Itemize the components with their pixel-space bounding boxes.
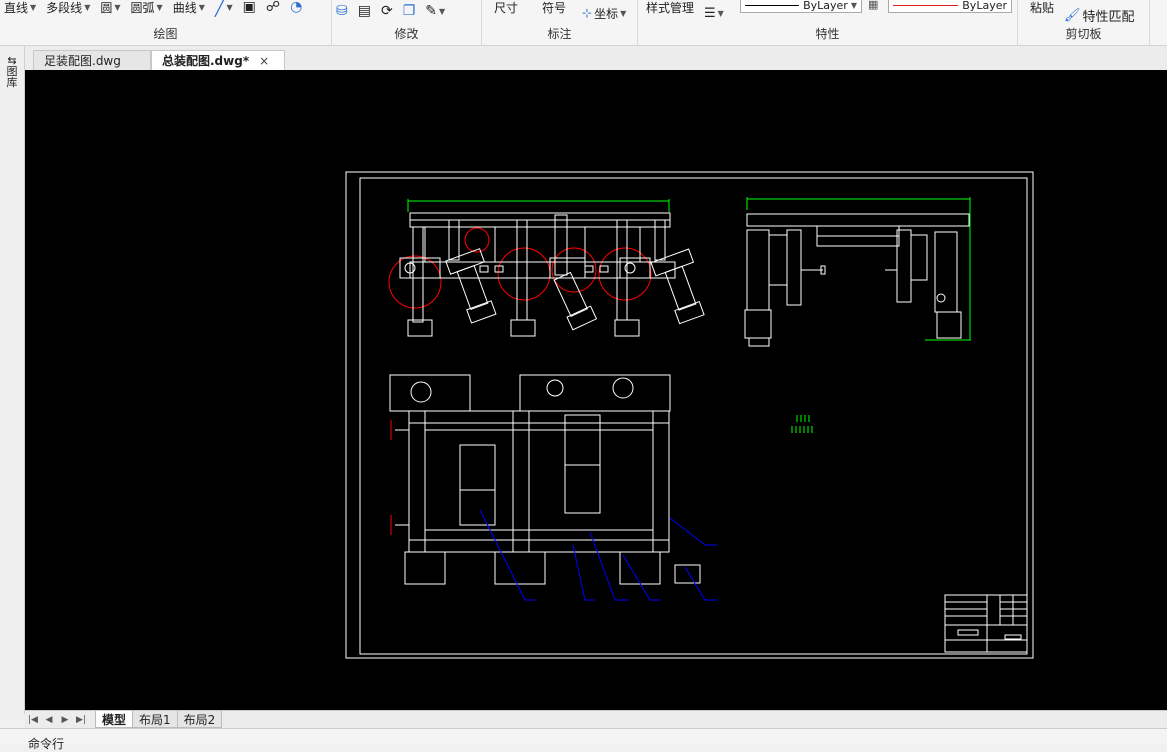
last-tab-icon[interactable]: ▶| [73,715,89,725]
ribbon-group-properties-title: 特性 [815,27,840,41]
ribbon-group-annotate-title: 标注 [547,27,572,41]
ribbon-group-clipboard: 粘贴 🖌 特性匹配 剪切板 [1018,0,1150,46]
first-tab-icon[interactable]: |◀ [25,715,41,725]
front-view [388,199,705,337]
polyline-tool[interactable]: 多段线 ▼ [46,0,90,16]
next-tab-icon[interactable]: ▶ [57,715,73,725]
line-draw-icon[interactable]: ╱ ▼ [215,0,233,17]
command-line[interactable]: 命令行 [0,728,1167,751]
ribbon-group-properties: 样式管理 ☰ ▼ ByLayer ▼ ▦ ByLayer 特性 [638,0,1018,46]
hatch-icon[interactable]: ☍ [266,0,280,15]
line-tool[interactable]: 直线 ▼ [4,0,36,16]
curve-tool[interactable]: 曲线 ▼ [173,0,205,16]
tab-label: 布局2 [183,712,216,727]
lineweight-grid-icon[interactable]: ▦ [868,0,878,11]
tab-total-assembly[interactable]: 总装配图.dwg* × [151,50,285,70]
linetype-combo[interactable]: ByLayer ▼ [740,0,862,13]
tab-layout2[interactable]: 布局2 [176,711,223,728]
tab-model[interactable]: 模型 [95,711,134,728]
tab-label: 足装配图.dwg [44,54,121,68]
ribbon-group-clipboard-title: 剪切板 [1065,27,1102,41]
ribbon-group-draw: 直线 ▼ 多段线 ▼ 圆 ▼ 圆弧 ▼ 曲线 ▼ ╱ ▼ ▣ ☍ ◔ 绘图 [0,0,332,46]
library-panel-tab[interactable]: ⇵图库 [5,56,19,87]
rectangle-icon[interactable]: ▣ [243,0,256,15]
close-icon[interactable]: × [259,54,269,68]
side-view [744,197,971,347]
brush-icon: 🖌 [1064,7,1081,23]
edit-icon[interactable]: ✎ ▼ [425,3,445,19]
tab-label: 布局1 [139,712,171,727]
ribbon: 直线 ▼ 多段线 ▼ 圆 ▼ 圆弧 ▼ 曲线 ▼ ╱ ▼ ▣ ☍ ◔ 绘图 ⛁ ▤ ⟳ ❐ … [0,0,1167,46]
tab-label: 模型 [102,712,127,727]
left-panel: ⇵图库 [0,46,25,714]
note-marks [791,415,813,433]
ribbon-group-annotate: 尺寸 符号 ⊹ 坐标 ▼ 标注 [482,0,638,46]
color-combo[interactable]: ByLayer [888,0,1012,13]
lineweight-icon[interactable]: ☰ ▼ [704,6,724,21]
ribbon-group-modify-title: 修改 [394,27,419,41]
stretch-icon[interactable]: ⛁ [336,3,348,19]
top-view [389,374,717,601]
copy-icon[interactable]: ❐ [403,3,416,19]
ribbon-group-draw-title: 绘图 [153,27,178,41]
drawing-canvas[interactable] [25,70,1167,710]
tab-foot-assembly[interactable]: 足装配图.dwg [33,50,151,70]
coordinate-icon: ⊹ [582,6,593,20]
document-tabs: 足装配图.dwg 总装配图.dwg* × [25,46,1167,70]
coordinate-tool[interactable]: ⊹ 坐标 ▼ [582,5,626,22]
cad-drawing [345,171,1034,659]
title-block [944,594,1028,653]
dimension-tool[interactable]: 尺寸 [494,0,518,16]
tab-label: 总装配图.dwg* [162,54,250,68]
rotate-icon[interactable]: ⟳ [381,3,393,19]
circle-tool[interactable]: 圆 ▼ [100,0,120,16]
region-icon[interactable]: ◔ [290,0,302,15]
paste-tool[interactable]: 粘贴 [1030,0,1054,16]
layout-tabs-bar: |◀ ◀ ▶ ▶| 模型 布局1 布局2 [25,710,1167,728]
ribbon-group-modify: ⛁ ▤ ⟳ ❐ ✎ ▼ 修改 [332,0,482,46]
match-properties-tool[interactable]: 🖌 特性匹配 [1064,6,1135,25]
arc-tool[interactable]: 圆弧 ▼ [131,0,163,16]
tab-layout1[interactable]: 布局1 [132,711,178,728]
page-icon[interactable]: ▤ [358,3,371,19]
prev-tab-icon[interactable]: ◀ [41,715,57,725]
style-manager-tool[interactable]: 样式管理 [646,0,694,16]
library-icon: ⇵ [5,56,18,66]
symbol-tool[interactable]: 符号 [542,0,566,16]
